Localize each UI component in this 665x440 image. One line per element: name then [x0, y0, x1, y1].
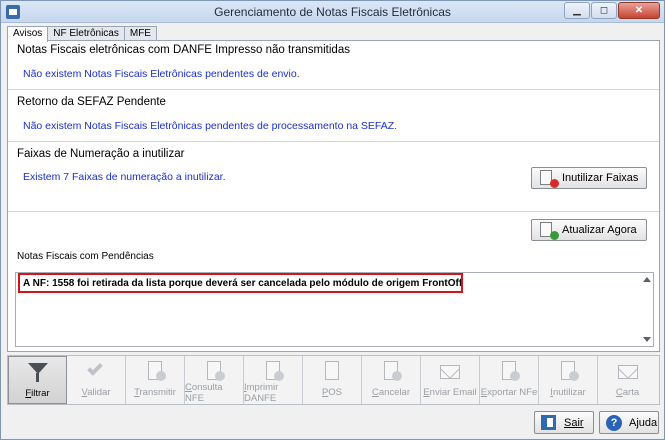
search-doc-icon [203, 360, 225, 381]
pendencias-list[interactable]: A NF: 1558 foi retirada da lista porque … [15, 272, 654, 347]
enviar-email-label: Enviar Email [423, 387, 477, 398]
scroll-up-icon[interactable] [643, 277, 651, 282]
enviar-email-button[interactable]: Enviar Email [421, 356, 480, 404]
atualizar-agora-button[interactable]: Atualizar Agora [531, 219, 647, 241]
funnel-icon [27, 361, 49, 385]
ajuda-button[interactable]: ? Ajuda [599, 411, 659, 434]
help-icon: ? [606, 414, 622, 431]
sefaz-section-message: Não existem Notas Fiscais Eletrônicas pe… [23, 120, 398, 132]
divider [8, 141, 659, 142]
pendencias-scrollbar[interactable] [642, 274, 652, 345]
envelope-icon [439, 360, 461, 384]
main-window: Gerenciamento de Notas Fiscais Eletrônic… [0, 0, 665, 440]
validar-label: Validar [81, 387, 111, 398]
carta-button[interactable]: Carta [598, 356, 657, 404]
exportar-nfe-label: Exportar NFe [480, 387, 538, 398]
atualizar-agora-label: Atualizar Agora [562, 224, 637, 236]
filtrar-label: Filtrar [25, 388, 50, 399]
imprimir-danfe-label: Imprimir DANFE [244, 382, 279, 404]
transmit-icon [144, 360, 166, 384]
faixas-section-title: Faixas de Numeração a inutilizar [17, 148, 185, 160]
tab-nf-eletronicas[interactable]: NF Eletrônicas [47, 26, 125, 41]
danfe-section-title: Notas Fiscais eletrônicas com DANFE Impr… [17, 44, 350, 56]
divider [8, 89, 659, 90]
faixas-section-message: Existem 7 Faixas de numeração a inutiliz… [23, 171, 226, 183]
exit-icon [541, 415, 556, 430]
check-icon [85, 360, 107, 384]
pos-label: POS [321, 387, 343, 398]
imprimir-danfe-button[interactable]: Imprimir DANFE [244, 356, 303, 404]
window-controls: ▁ ◻ ✕ [564, 2, 660, 19]
pendencias-section-title: Notas Fiscais com Pendências [17, 251, 154, 262]
sair-button[interactable]: Sair [534, 411, 594, 434]
filtrar-button[interactable]: Filtrar [8, 356, 67, 404]
close-button[interactable]: ✕ [618, 2, 660, 19]
scroll-down-icon[interactable] [643, 337, 651, 342]
tab-avisos[interactable]: Avisos [7, 26, 49, 42]
cancelar-label: Cancelar [371, 387, 411, 398]
inutilizar-faixas-button[interactable]: Inutilizar Faixas [531, 167, 647, 189]
export-icon [498, 360, 520, 384]
tab-strip: Avisos NF Eletrônicas MFE [7, 26, 157, 42]
consulta-nfe-button[interactable]: Consulta NFE [185, 356, 244, 404]
void-doc-icon [540, 170, 559, 188]
validar-button[interactable]: Validar [67, 356, 126, 404]
inutilizar-label: Inutilizar [550, 387, 586, 398]
transmitir-button[interactable]: Transmitir [126, 356, 185, 404]
cancel-doc-icon [380, 360, 402, 384]
refresh-doc-icon [540, 222, 559, 240]
pos-icon [321, 360, 343, 384]
divider [8, 211, 659, 212]
restore-button[interactable]: ◻ [591, 2, 617, 19]
danfe-section-message: Não existem Notas Fiscais Eletrônicas pe… [23, 68, 300, 80]
minimize-button[interactable]: ▁ [564, 2, 590, 19]
printer-icon [262, 360, 284, 381]
avisos-panel: Notas Fiscais eletrônicas com DANFE Impr… [7, 40, 660, 352]
inutilizar-button[interactable]: Inutilizar [539, 356, 598, 404]
inutilizar-faixas-label: Inutilizar Faixas [562, 172, 639, 184]
tab-mfe[interactable]: MFE [123, 26, 157, 41]
carta-label: Carta [615, 387, 640, 398]
sair-label: Sair [564, 416, 584, 429]
transmitir-label: Transmitir [134, 387, 176, 398]
consulta-nfe-label: Consulta NFE [185, 382, 223, 404]
action-toolbar: Filtrar Validar Transmitir Consulta NFE … [7, 355, 660, 405]
void-doc-icon [557, 360, 579, 384]
letter-icon [617, 360, 639, 384]
sefaz-section-title: Retorno da SEFAZ Pendente [17, 96, 166, 108]
title-bar: Gerenciamento de Notas Fiscais Eletrônic… [1, 1, 664, 23]
cancelar-button[interactable]: Cancelar [362, 356, 421, 404]
ajuda-label: Ajuda [629, 416, 658, 429]
exportar-nfe-button[interactable]: Exportar NFe [480, 356, 539, 404]
pos-button[interactable]: POS [303, 356, 362, 404]
pendencia-message: A NF: 1558 foi retirada da lista porque … [18, 273, 463, 293]
